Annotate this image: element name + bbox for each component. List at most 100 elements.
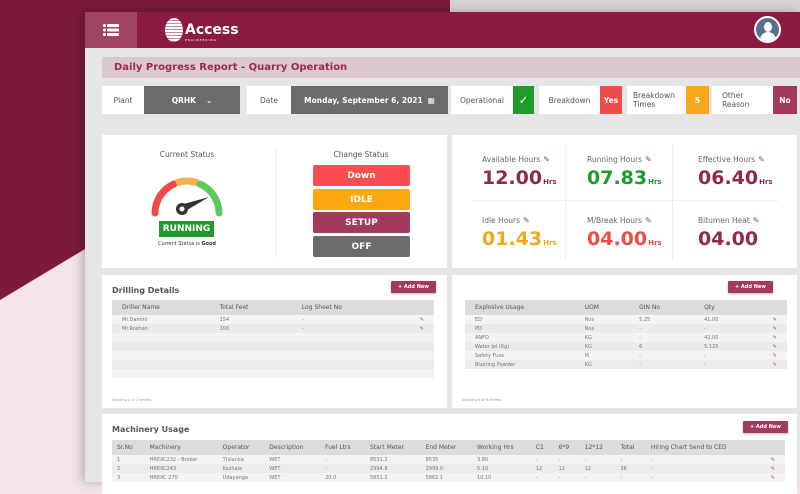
edit-icon[interactable]: ✎ — [393, 324, 434, 333]
status-card: Current Status RUNNING Current Status is… — [102, 135, 447, 268]
column-header: Qty — [694, 300, 749, 315]
metric-value: 07.83 — [587, 167, 648, 189]
table-row: 1 HREXC232 - Broker Thilanka WET -8531.2 8535… — [112, 455, 785, 464]
cell: WET — [264, 473, 321, 482]
cell: HREXC 270 — [144, 473, 218, 482]
edit-icon[interactable]: ✎ — [748, 342, 787, 351]
drilling-table: Driller Name Total Feet Log Sheet No Mr.Da… — [112, 300, 434, 378]
calendar-icon: ▦ — [427, 95, 435, 105]
operational-label: Operational — [451, 86, 513, 114]
edit-icon[interactable]: ✎ — [748, 360, 787, 369]
metric-value: 06.40 — [698, 167, 759, 189]
cell: 6 — [629, 342, 695, 351]
edit-icon[interactable]: ✎ — [753, 216, 760, 225]
edit-icon[interactable]: ✎ — [754, 455, 785, 464]
table-row: Water Jel (Kg) KG 6 5.125 ✎ — [465, 342, 787, 351]
edit-icon[interactable]: ✎ — [758, 155, 765, 164]
other-reason-value[interactable]: No — [773, 86, 797, 114]
cell: Blasting Powder — [465, 360, 575, 369]
metric-unit: Hrs — [648, 239, 662, 247]
metric-available-hours: Available Hours ✎ 12.00Hrs — [482, 155, 592, 189]
edit-icon[interactable]: ✎ — [748, 333, 787, 342]
cell: 3.80 — [472, 455, 531, 464]
cell: 5.25 — [629, 315, 695, 324]
breakdown-value[interactable]: Yes — [600, 86, 622, 114]
column-header: Description — [264, 440, 321, 455]
cell: - — [579, 473, 616, 482]
edit-icon[interactable]: ✎ — [754, 473, 785, 482]
add-explosive-button[interactable]: + Add New — [728, 281, 773, 293]
edit-icon[interactable]: ✎ — [543, 155, 550, 164]
status-idle-button[interactable]: IDLE — [313, 189, 410, 210]
add-machinery-button[interactable]: + Add New — [743, 421, 788, 433]
menu-icon — [103, 24, 119, 36]
column-header: Total — [615, 440, 646, 455]
table-row: 2 HREXC243 Koshala WET -2994.8 2999.0 5.10 12 12… — [112, 464, 785, 473]
plant-value: QRHK — [171, 95, 196, 105]
metric-running-hours: Running Hours ✎ 07.83Hrs — [587, 155, 697, 189]
cell: - — [530, 455, 554, 464]
cell: - — [615, 473, 646, 482]
status-down-button[interactable]: Down — [313, 165, 410, 186]
cell: - — [553, 473, 580, 482]
menu-button[interactable] — [85, 12, 137, 48]
cell: 36 — [615, 464, 646, 473]
column-header: Start Meter — [365, 440, 421, 455]
operational-check[interactable]: ✓ — [513, 86, 534, 114]
metric-effective-hours: Effective Hours ✎ 06.40Hrs — [698, 155, 800, 189]
column-header: UOM — [574, 300, 630, 315]
metric-label: Effective Hours — [698, 155, 756, 164]
column-header: Total Feet — [209, 300, 292, 315]
logo-mark — [165, 18, 183, 42]
cell: KG — [574, 333, 630, 342]
user-avatar[interactable] — [754, 16, 781, 43]
cell: Water Jel (Kg) — [465, 342, 575, 351]
column-header: Hiring Chart Send to CED — [645, 440, 755, 455]
empty-row — [112, 342, 434, 351]
cell: WET — [264, 464, 321, 473]
metric-label: Idle Hours — [482, 216, 521, 225]
edit-icon[interactable]: ✎ — [523, 216, 530, 225]
status-off-button[interactable]: OFF — [313, 236, 410, 257]
cell: - — [645, 473, 755, 482]
metric-unit: Hrs — [543, 239, 557, 247]
metric-mbreak-hours: M/Break Hours ✎ 04.00Hrs — [587, 216, 697, 250]
cell: 8535 — [420, 455, 473, 464]
running-badge: RUNNING — [159, 221, 214, 237]
edit-icon[interactable]: ✎ — [645, 216, 652, 225]
cell: Safety Fuse — [465, 351, 575, 360]
date-picker[interactable]: Monday, September 6, 2021 ▦ — [291, 86, 448, 114]
edit-icon[interactable]: ✎ — [748, 351, 787, 360]
edit-icon[interactable]: ✎ — [645, 155, 652, 164]
cell: Koshala — [217, 464, 265, 473]
metric-label: Available Hours — [482, 155, 541, 164]
column-header: GIN No — [629, 300, 695, 315]
cell: - — [694, 360, 749, 369]
cell: - — [320, 455, 365, 464]
table-row: ED Nos 5.25 41.00 ✎ — [465, 315, 787, 324]
edit-icon[interactable]: ✎ — [754, 464, 785, 473]
metric-unit: Hrs — [759, 178, 773, 186]
cell: - — [694, 324, 749, 333]
add-driller-button[interactable]: + Add New — [391, 281, 436, 293]
cell: 42.00 — [694, 333, 749, 342]
column-header: Sr.No — [112, 440, 145, 455]
breakdown-times-value[interactable]: 5 — [686, 86, 709, 114]
empty-row — [112, 351, 434, 360]
cell: - — [579, 455, 616, 464]
cell: - — [615, 455, 646, 464]
cell: Mr.Roshan — [112, 324, 210, 333]
edit-icon[interactable]: ✎ — [393, 315, 434, 324]
table-row: Mr.Roshan 100- ✎ — [112, 324, 434, 333]
edit-icon[interactable]: ✎ — [748, 315, 787, 324]
status-setup-button[interactable]: SETUP — [313, 212, 410, 233]
cell: - — [530, 473, 554, 482]
cell: Nos — [574, 324, 630, 333]
plant-select[interactable]: QRHK ⌄ — [144, 86, 240, 114]
edit-icon[interactable]: ✎ — [748, 324, 787, 333]
cell: 8531.2 — [365, 455, 421, 464]
cell: KG — [574, 360, 630, 369]
drilling-title: Drilling Details — [112, 286, 180, 295]
cell: 3 — [112, 473, 145, 482]
current-status-title: Current Status — [159, 150, 215, 159]
